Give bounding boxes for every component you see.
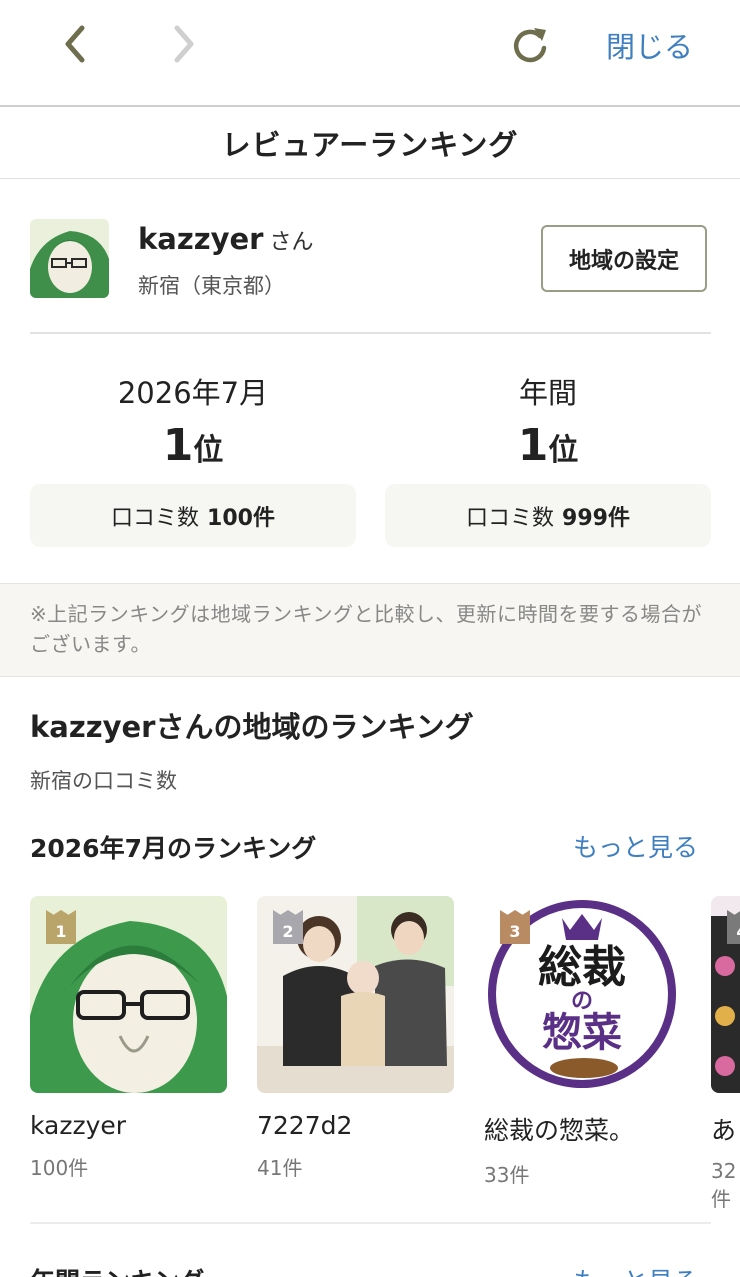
area-ranking-subtitle: 新宿の口コミ数 [30,769,177,793]
chevron-right-icon [174,25,194,63]
forward-button[interactable] [162,22,206,66]
count-value: 999件 [562,505,630,531]
avatar-image [30,219,109,298]
browser-toolbar: 閉じる [0,0,740,107]
reload-button[interactable] [508,22,552,66]
ranking-card[interactable]: 2 7227d2 41件 [257,896,454,1181]
card-name: あ [711,1116,737,1145]
period-label: 2026年7月 [117,376,269,410]
count-label: 口コミ数 [111,505,200,531]
logo-word-top: 総裁 [538,942,626,993]
period-label: 年間 [518,376,577,410]
annual-rank: 年間 1位 [385,370,711,476]
user-location: 新宿（東京都） [138,274,285,298]
rank-number: 1 [517,420,549,471]
rank-badge: 2 [273,918,303,944]
card-thumbnail: 4 [711,896,740,1093]
card-count: 32件 [711,1159,737,1211]
chevron-left-icon [65,25,85,63]
ranking-card[interactable]: 1 kazzyer 100件 [30,896,227,1181]
card-thumbnail: 2 [257,896,454,1093]
rank-badge: 3 [500,918,530,944]
reload-icon [513,28,547,63]
area-ranking-title: kazzyerさんの地域のランキング [30,710,474,744]
rank-unit: 位 [193,433,224,468]
card-count: 41件 [257,1156,303,1180]
page-header: レビュアーランキング [0,107,740,179]
page-title: レビュアーランキング [221,127,519,162]
card-thumbnail: 1 [30,896,227,1093]
divider [30,1222,711,1224]
region-settings-button[interactable]: 地域の設定 [541,225,707,292]
ranking-card[interactable]: 4 あ 32件 [711,896,740,1212]
back-button[interactable] [53,22,97,66]
card-thumbnail: 総裁 の 惣菜 3 [484,896,681,1093]
monthly-ranking-heading: 2026年7月のランキング [30,834,317,863]
rank-badge: 4 [727,918,740,944]
avatar[interactable] [30,219,109,298]
see-more-link[interactable]: もっと見る [573,828,698,864]
monthly-rank: 2026年7月 1位 [30,370,356,476]
annual-ranking-heading: 年間ランキング [30,1262,204,1277]
logo-word-bottom: 惣菜 [542,1010,622,1056]
rank-badge: 1 [46,918,76,944]
card-count: 33件 [484,1163,530,1187]
update-notice: ※上記ランキングは地域ランキングと比較し、更新に時間を要する場合がございます。 [0,583,740,677]
see-more-link[interactable]: もっと見る [573,1262,698,1277]
card-name: 7227d2 [257,1111,353,1140]
card-count: 100件 [30,1156,89,1180]
rank-value: 1位 [30,420,356,476]
card-name: 総裁の惣菜。 [484,1116,635,1145]
count-label: 口コミ数 [466,505,555,531]
count-value: 100件 [207,505,275,531]
honorific: さん [269,230,314,255]
annual-review-count: 口コミ数 999件 [385,484,711,547]
username-text: kazzyer [138,222,264,256]
rank-unit: 位 [548,433,579,468]
rank-number: 1 [162,420,194,471]
monthly-review-count: 口コミ数 100件 [30,484,356,547]
username: kazzyer さん [138,222,314,256]
close-button[interactable]: 閉じる [606,24,693,66]
card-name: kazzyer [30,1111,127,1140]
divider [30,332,711,334]
ranking-card[interactable]: 総裁 の 惣菜 3 総裁の惣菜。 33件 [484,896,681,1188]
rank-value: 1位 [385,420,711,476]
